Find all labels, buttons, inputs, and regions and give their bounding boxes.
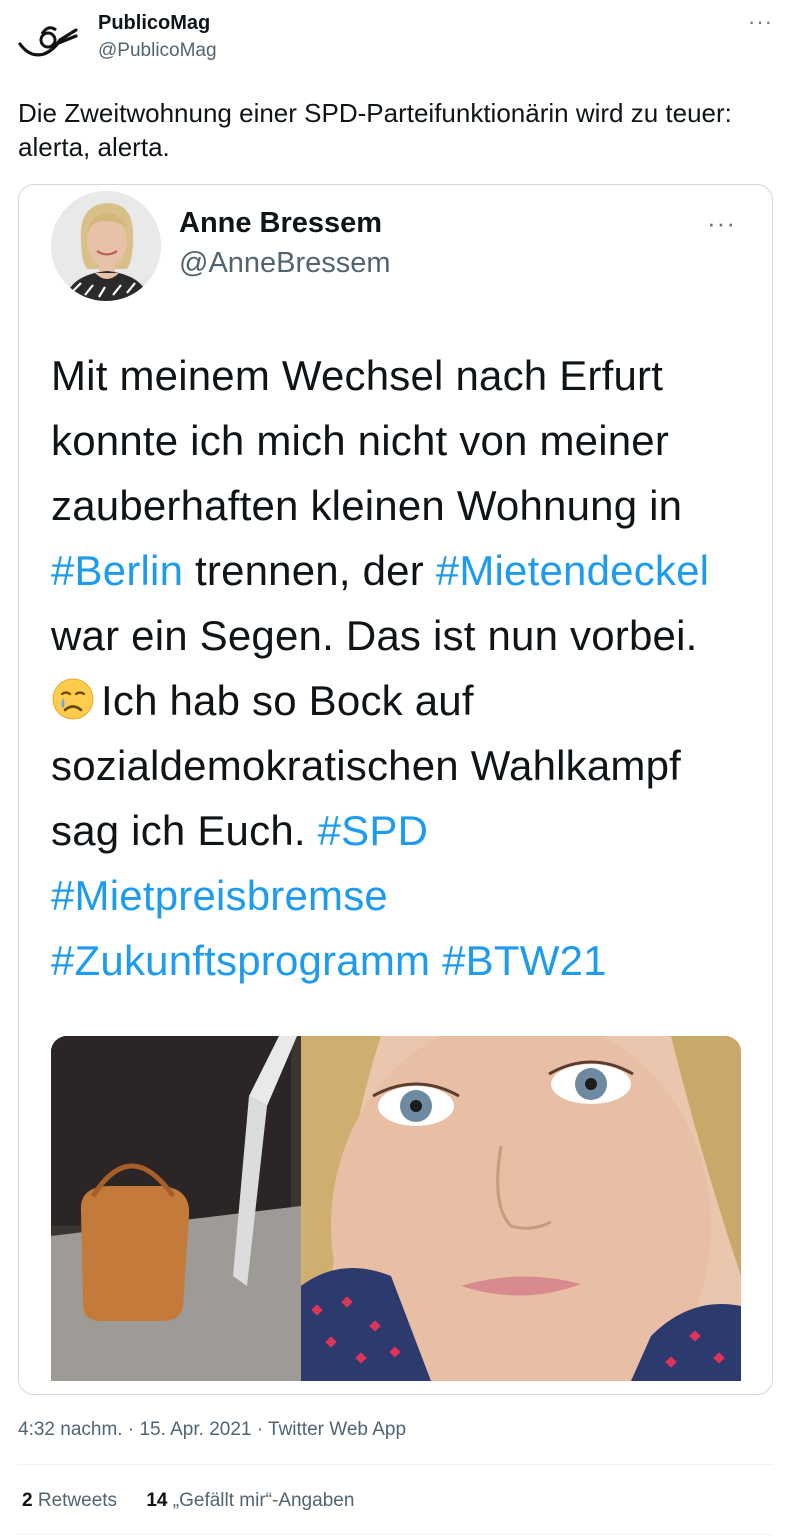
tweet-timestamp-line: 4:32 nachm. · 15. Apr. 2021 · Twitter We… bbox=[18, 1419, 406, 1441]
likes-stat[interactable]: 14 „Gefällt mir“-Angaben bbox=[146, 1490, 354, 1512]
tweet-time[interactable]: 4:32 nachm. bbox=[18, 1419, 123, 1440]
quoted-text-part: trennen, der bbox=[183, 547, 436, 594]
retweets-count: 2 bbox=[22, 1490, 33, 1511]
quoted-author-avatar[interactable] bbox=[51, 191, 161, 301]
author-handle[interactable]: @PublicoMag bbox=[98, 40, 217, 62]
tweet-text: Die Zweitwohnung einer SPD-Parteifunktio… bbox=[18, 98, 732, 162]
quoted-text-part: war ein Segen. Das ist nun vorbei. bbox=[51, 612, 698, 659]
quoted-tweet-photo[interactable] bbox=[51, 1036, 741, 1381]
likes-count: 14 bbox=[146, 1490, 168, 1511]
meta-separator: · bbox=[256, 1419, 264, 1440]
more-options-icon[interactable]: ··· bbox=[748, 10, 776, 34]
hashtag-link[interactable]: #Zukunftsprogramm bbox=[51, 937, 430, 984]
quoted-author-handle[interactable]: @AnneBressem bbox=[179, 247, 391, 280]
publicomag-logo-avatar[interactable] bbox=[16, 14, 80, 70]
crying-face-emoji-icon bbox=[51, 674, 95, 720]
quoted-tweet-card[interactable]: Anne Bressem @AnneBressem ··· Mit meinem… bbox=[18, 184, 773, 1395]
divider bbox=[18, 1534, 773, 1535]
tweet-source[interactable]: Twitter Web App bbox=[268, 1419, 406, 1440]
hashtag-link[interactable]: #SPD bbox=[318, 807, 429, 854]
divider bbox=[18, 1464, 773, 1465]
hashtag-link[interactable]: #Berlin bbox=[51, 547, 183, 594]
retweets-label: Retweets bbox=[37, 1490, 118, 1511]
quoted-tweet-text: Mit meinem Wechsel nach Erfurt konnte ic… bbox=[51, 343, 751, 993]
likes-label: „Gefällt mir“-Angaben bbox=[172, 1490, 355, 1511]
hashtag-link[interactable]: #Mietpreisbremse bbox=[51, 872, 388, 919]
author-display-name[interactable]: PublicoMag bbox=[98, 12, 210, 35]
hashtag-link[interactable]: #BTW21 bbox=[442, 937, 607, 984]
meta-separator: · bbox=[127, 1419, 135, 1440]
tweet: PublicoMag @PublicoMag ··· Die Zweitwohn… bbox=[0, 0, 792, 1540]
quoted-text-part: Mit meinem Wechsel nach Erfurt konnte ic… bbox=[51, 352, 683, 529]
quoted-author-display-name[interactable]: Anne Bressem bbox=[179, 207, 382, 240]
retweets-stat[interactable]: 2 Retweets bbox=[22, 1490, 117, 1512]
quoted-more-options-icon[interactable]: ··· bbox=[707, 209, 741, 237]
hashtag-link[interactable]: #Mietendeckel bbox=[436, 547, 709, 594]
tweet-date[interactable]: 15. Apr. 2021 bbox=[139, 1419, 251, 1440]
engagement-stats: 2 Retweets 14 „Gefällt mir“-Angaben bbox=[22, 1490, 378, 1512]
